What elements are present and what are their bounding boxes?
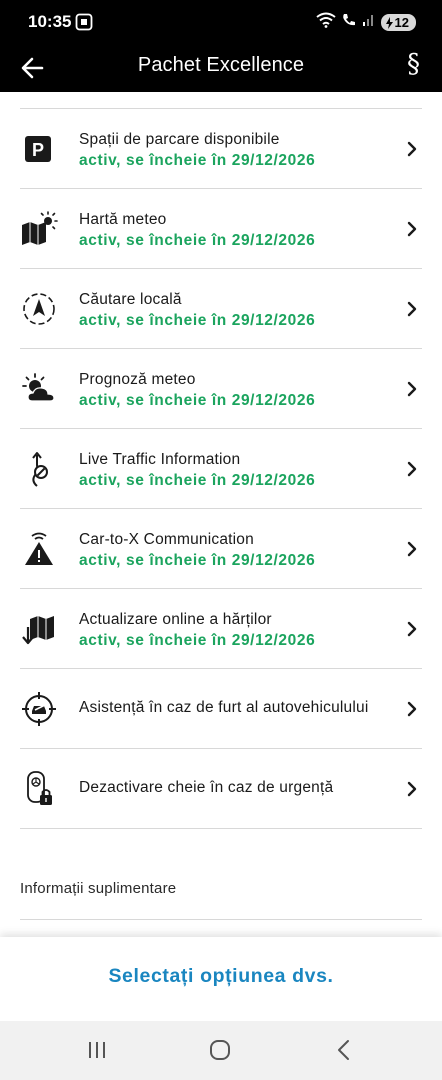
- list-item-local-search[interactable]: Căutare locală activ, se încheie în 29/1…: [20, 269, 422, 349]
- list-item-parking[interactable]: P Spații de parcare disponibile activ, s…: [20, 109, 422, 189]
- bottom-action-panel: Selectați opțiunea dvs.: [0, 937, 442, 1021]
- parking-icon: P: [20, 131, 58, 167]
- chevron-right-icon: [406, 220, 418, 238]
- item-status: activ, se încheie în 29/12/2026: [79, 392, 316, 409]
- legal-info-button[interactable]: §: [407, 49, 420, 79]
- weather-forecast-icon: [20, 371, 58, 407]
- home-icon[interactable]: [209, 1039, 231, 1066]
- app-bar: Pachet Excellence §: [0, 44, 442, 92]
- system-nav-bar: [0, 1021, 442, 1080]
- signal-icon: [362, 13, 376, 32]
- svg-text:P: P: [32, 140, 44, 160]
- back-nav-icon[interactable]: [334, 1039, 354, 1066]
- item-status: activ, se încheie în 29/12/2026: [79, 312, 316, 329]
- item-status: activ, se încheie în 29/12/2026: [79, 152, 316, 169]
- map-download-icon: [20, 611, 58, 647]
- list-item-theft-assist[interactable]: Asistență în caz de furt al autovehiculu…: [20, 669, 422, 749]
- recent-apps-icon[interactable]: [86, 1039, 108, 1066]
- chevron-right-icon: [406, 460, 418, 478]
- list-item-emergency-key[interactable]: Dezactivare cheie în caz de urgență: [20, 749, 422, 829]
- screenshot-icon: [75, 13, 93, 36]
- weather-map-icon: [20, 211, 58, 247]
- item-label: Car-to-X Communication: [79, 531, 254, 548]
- service-list: P Spații de parcare disponibile activ, s…: [20, 108, 422, 829]
- chevron-right-icon: [406, 380, 418, 398]
- item-label: Hartă meteo: [79, 211, 167, 228]
- key-lock-icon: [20, 771, 58, 807]
- theft-assist-icon: [20, 691, 58, 727]
- status-time: 10:35: [28, 12, 72, 31]
- item-label: Live Traffic Information: [79, 451, 241, 468]
- wifi-icon: [315, 12, 336, 33]
- compass-icon: [20, 291, 58, 327]
- item-label: Actualizare online a hărților: [79, 611, 272, 628]
- list-item-weather-forecast[interactable]: Prognoză meteo activ, se încheie în 29/1…: [20, 349, 422, 429]
- item-label: Asistență în caz de furt al autovehiculu…: [79, 699, 369, 716]
- battery-charging-icon: 12: [380, 14, 416, 31]
- status-icons: 12: [315, 12, 416, 33]
- list-item-map-update[interactable]: Actualizare online a hărților activ, se …: [20, 589, 422, 669]
- item-label: Căutare locală: [79, 291, 182, 308]
- item-status: activ, se încheie în 29/12/2026: [79, 632, 316, 649]
- chevron-right-icon: [406, 700, 418, 718]
- chevron-right-icon: [406, 140, 418, 158]
- extra-info-divider: [20, 919, 422, 920]
- chevron-right-icon: [406, 300, 418, 318]
- battery-level: 12: [394, 15, 409, 30]
- item-label: Dezactivare cheie în caz de urgență: [79, 779, 334, 796]
- item-status: activ, se încheie în 29/12/2026: [79, 232, 316, 249]
- item-label: Prognoză meteo: [79, 371, 196, 388]
- wifi-call-icon: [341, 12, 357, 33]
- chevron-right-icon: [406, 780, 418, 798]
- list-item-car-to-x[interactable]: Car-to-X Communication activ, se încheie…: [20, 509, 422, 589]
- chevron-right-icon: [406, 620, 418, 638]
- traffic-info-icon: [20, 451, 58, 487]
- status-bar: 10:35 12: [0, 0, 442, 44]
- page-title: Pachet Excellence: [137, 54, 305, 76]
- select-option-button[interactable]: Selectați opțiunea dvs.: [0, 965, 442, 988]
- warning-signal-icon: [20, 531, 58, 567]
- item-status: activ, se încheie în 29/12/2026: [79, 552, 316, 569]
- list-item-weather-map[interactable]: Hartă meteo activ, se încheie în 29/12/2…: [20, 189, 422, 269]
- list-item-live-traffic[interactable]: Live Traffic Information activ, se înche…: [20, 429, 422, 509]
- extra-info-heading: Informații suplimentare: [20, 880, 177, 897]
- item-status: activ, se încheie în 29/12/2026: [79, 472, 316, 489]
- chevron-right-icon: [406, 540, 418, 558]
- item-label: Spații de parcare disponibile: [79, 131, 280, 148]
